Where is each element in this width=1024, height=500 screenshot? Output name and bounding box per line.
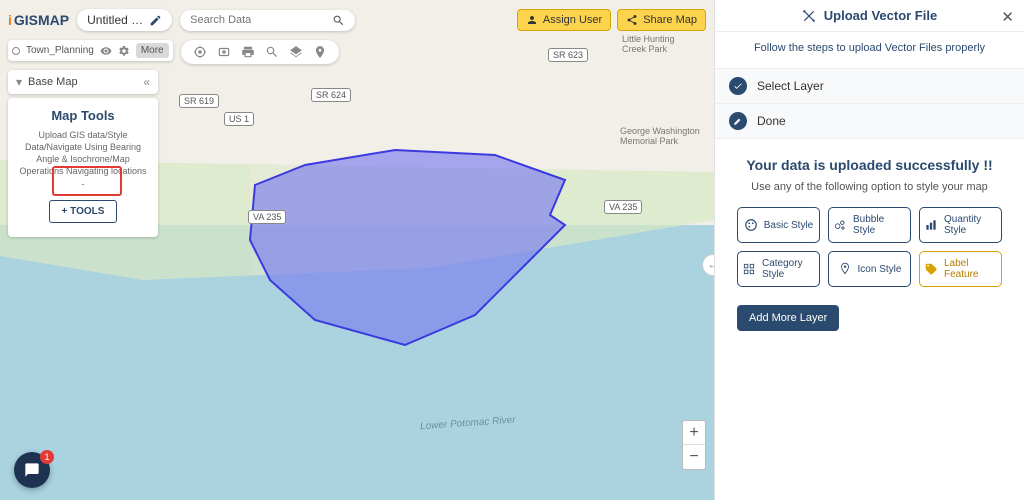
icon-style-label: Icon Style	[858, 264, 902, 275]
layer-chip[interactable]: Town_Planning More	[8, 40, 173, 61]
layers-icon[interactable]	[289, 45, 303, 59]
top-bar: iGISMAP Untitled … Assign User Share Map	[8, 6, 706, 34]
app-logo: iGISMAP	[8, 12, 69, 28]
basic-style-label: Basic Style	[764, 220, 813, 231]
quantity-style-label: Quantity Style	[944, 214, 997, 236]
basic-style-button[interactable]: Basic Style	[737, 207, 820, 243]
map-title-text: Untitled …	[87, 13, 143, 27]
collapse-icon[interactable]: «	[143, 75, 150, 89]
upload-panel-subtitle: Follow the steps to upload Vector Files …	[715, 32, 1024, 68]
layer-more-button[interactable]: More	[136, 43, 169, 58]
step-select-layer[interactable]: Select Layer	[715, 68, 1024, 104]
map-tools-card: Map Tools Upload GIS data/Style Data/Nav…	[8, 98, 158, 237]
style-options-grid: Basic Style Bubble Style Quantity Style …	[715, 207, 1024, 301]
road-shield-va235b: VA 235	[604, 200, 642, 214]
gear-icon[interactable]	[118, 45, 130, 57]
visibility-icon[interactable]	[100, 45, 112, 57]
zoom-in-button[interactable]: +	[683, 421, 705, 445]
selected-polygon[interactable]	[245, 145, 575, 355]
layer-chip-label: Town_Planning	[26, 45, 94, 56]
print-icon[interactable]	[241, 45, 255, 59]
bars-icon	[924, 218, 938, 232]
vector-icon	[802, 9, 816, 23]
check-icon	[733, 81, 743, 91]
map-label-river: Lower Potomac River	[420, 415, 516, 433]
road-shield-sr619: SR 619	[179, 94, 219, 108]
search-box[interactable]	[180, 10, 355, 31]
map-title-chip[interactable]: Untitled …	[77, 9, 172, 31]
tag-icon	[924, 262, 938, 276]
step-done-label: Done	[757, 114, 786, 128]
grid-icon	[742, 262, 756, 276]
tools-button[interactable]: + TOOLS	[49, 200, 118, 223]
map-tools-desc: Upload GIS data/Style Data/Navigate Usin…	[18, 129, 148, 190]
locate-icon[interactable]	[193, 45, 207, 59]
map-tools-title: Map Tools	[18, 108, 148, 123]
pencil-icon	[733, 116, 743, 126]
palette-icon	[744, 218, 758, 232]
capture-icon[interactable]	[217, 45, 231, 59]
bubble-style-label: Bubble Style	[853, 214, 906, 236]
upload-success-message: Your data is uploaded successfully !!	[715, 139, 1024, 181]
chevron-down-icon: ▾	[16, 75, 22, 89]
label-feature-button[interactable]: Label Feature	[919, 251, 1002, 287]
road-shield-us1: US 1	[224, 112, 254, 126]
assign-user-button[interactable]: Assign User	[517, 9, 611, 31]
road-shield-sr623: SR 623	[548, 48, 588, 62]
road-shield-va235a: VA 235	[248, 210, 286, 224]
chat-icon	[24, 462, 40, 478]
logo-text: GISMAP	[14, 12, 69, 28]
layer-symbol-icon	[12, 47, 20, 55]
chat-badge: 1	[40, 450, 54, 464]
pin-icon[interactable]	[313, 45, 327, 59]
category-style-label: Category Style	[762, 258, 815, 280]
zoom-out-button[interactable]: −	[683, 445, 705, 469]
upload-panel-title: Upload Vector File	[824, 8, 937, 23]
search-input[interactable]	[190, 14, 332, 26]
icon-style-button[interactable]: Icon Style	[828, 251, 911, 287]
bubbles-icon	[833, 218, 847, 232]
zoom-select-icon[interactable]	[265, 45, 279, 59]
logo-accent: i	[8, 12, 12, 28]
map-label-park: Little Hunting Creek Park	[622, 34, 692, 54]
map-toolbar	[181, 40, 339, 64]
label-feature-label: Label Feature	[944, 258, 997, 280]
basemap-label: Base Map	[28, 76, 78, 88]
share-map-label: Share Map	[643, 14, 697, 26]
step-done[interactable]: Done	[715, 104, 1024, 139]
close-panel-button[interactable]: ✕	[1001, 8, 1014, 26]
add-more-layer-button[interactable]: Add More Layer	[737, 305, 839, 331]
assign-user-label: Assign User	[543, 14, 602, 26]
basemap-toggle[interactable]: ▾ Base Map «	[8, 70, 158, 94]
user-icon	[526, 14, 538, 26]
bubble-style-button[interactable]: Bubble Style	[828, 207, 911, 243]
share-map-button[interactable]: Share Map	[617, 9, 706, 31]
share-icon	[626, 14, 638, 26]
search-icon[interactable]	[332, 14, 345, 27]
map-label-gwmp: George Washington Memorial Park	[620, 126, 708, 146]
step-select-layer-label: Select Layer	[757, 79, 824, 93]
zoom-control: + −	[682, 420, 706, 470]
road-shield-sr624: SR 624	[311, 88, 351, 102]
edit-icon[interactable]	[149, 14, 162, 27]
marker-icon	[838, 262, 852, 276]
upload-panel: Upload Vector File ✕ Follow the steps to…	[714, 0, 1024, 500]
style-hint: Use any of the following option to style…	[715, 181, 1024, 207]
category-style-button[interactable]: Category Style	[737, 251, 820, 287]
quantity-style-button[interactable]: Quantity Style	[919, 207, 1002, 243]
